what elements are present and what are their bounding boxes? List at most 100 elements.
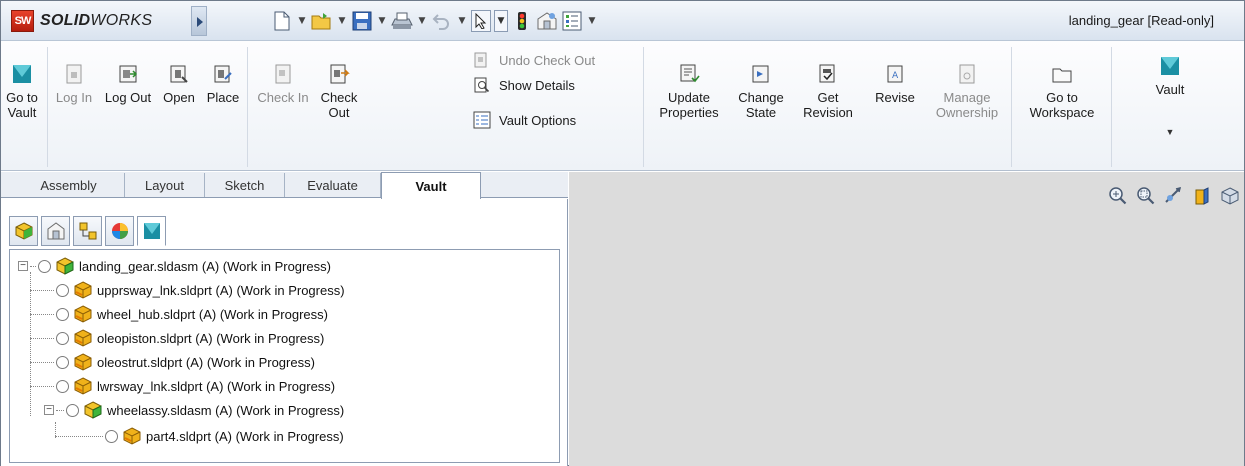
open-folder-icon[interactable] — [311, 10, 333, 32]
status-radio-icon[interactable] — [56, 355, 69, 369]
open-dropdown-icon[interactable]: ▼ — [336, 10, 348, 32]
check-in-icon — [275, 64, 291, 84]
tree-item-oleostrut[interactable]: oleostrut.sldprt (A) (Work in Progress) — [30, 352, 315, 372]
change-state-button[interactable]: Change State — [731, 63, 791, 120]
view-orientation-icon[interactable] — [1220, 186, 1240, 206]
status-radio-icon[interactable] — [56, 307, 69, 321]
vault-menu-button[interactable]: Vault ▼ — [1141, 55, 1199, 140]
tree-connector — [30, 265, 36, 267]
undo-dropdown-icon[interactable]: ▼ — [456, 10, 468, 32]
menu-expand-arrow-icon[interactable] — [191, 6, 207, 36]
ribbon-separator — [643, 47, 644, 167]
collapse-icon[interactable]: − — [18, 261, 28, 271]
status-radio-icon[interactable] — [66, 403, 79, 417]
command-manager-tabs: Assembly Layout Sketch Evaluate Vault — [1, 172, 568, 199]
property-manager-icon[interactable] — [41, 216, 70, 246]
zoom-to-fit-icon[interactable] — [1108, 186, 1128, 206]
ribbon-separator — [47, 47, 48, 167]
vault-dropdown-icon[interactable]: ▼ — [1166, 125, 1175, 140]
undo-check-out-button[interactable]: Undo Check Out — [473, 51, 595, 69]
status-radio-icon[interactable] — [56, 331, 69, 345]
tree-item-label: oleopiston.sldprt (A) (Work in Progress) — [97, 330, 325, 346]
tree-item-wheelassy[interactable]: − wheelassy.sldasm (A) (Work in Progress… — [44, 400, 344, 420]
tree-connector — [30, 361, 54, 363]
graphics-area[interactable] — [569, 172, 1244, 466]
ribbon-separator — [247, 47, 248, 167]
tree-item-label: landing_gear.sldasm (A) (Work in Progres… — [79, 258, 331, 274]
ribbon-separator — [1011, 47, 1012, 167]
tree-item-label: wheelassy.sldasm (A) (Work in Progress) — [107, 402, 345, 418]
section-view-icon[interactable] — [1192, 186, 1212, 206]
traffic-light-icon[interactable] — [511, 10, 533, 32]
get-revision-button[interactable]: Get Revision — [795, 63, 861, 120]
options-icon[interactable] — [536, 10, 558, 32]
print-dropdown-icon[interactable]: ▼ — [416, 10, 428, 32]
print-icon[interactable] — [391, 10, 413, 32]
app-name: SOLIDWORKS — [40, 12, 153, 29]
new-dropdown-icon[interactable]: ▼ — [296, 10, 308, 32]
solidworks-logo[interactable]: SW SOLIDWORKS — [11, 9, 152, 33]
tree-item-lwrsway-lnk[interactable]: lwrsway_lnk.sldprt (A) (Work in Progress… — [30, 376, 335, 396]
heads-up-view-toolbar — [1108, 186, 1240, 206]
tree-item-wheel-hub[interactable]: wheel_hub.sldprt (A) (Work in Progress) — [30, 304, 328, 324]
save-icon[interactable] — [351, 10, 373, 32]
update-properties-button[interactable]: Update Properties — [651, 63, 727, 120]
show-details-button[interactable]: Show Details — [473, 76, 575, 94]
appearance-icon[interactable] — [105, 216, 134, 246]
document-title: landing_gear [Read-only] — [1068, 13, 1214, 28]
configuration-manager-icon[interactable] — [73, 216, 102, 246]
vault-icon[interactable] — [137, 216, 166, 246]
revise-icon: A — [887, 65, 903, 83]
feature-manager-icon[interactable] — [9, 216, 38, 246]
log-in-button[interactable]: Log In — [51, 63, 97, 105]
tree-connector — [56, 409, 64, 411]
select-pointer-icon[interactable] — [471, 10, 491, 32]
tree-item-label: part4.sldprt (A) (Work in Progress) — [146, 428, 344, 444]
solidworks-window: SW SOLIDWORKS ▼ ▼ ▼ ▼ ▼ ▼ ▼ landing_gear… — [0, 0, 1245, 466]
tree-item-label: wheel_hub.sldprt (A) (Work in Progress) — [97, 306, 328, 322]
status-radio-icon[interactable] — [105, 429, 118, 443]
zoom-to-area-icon[interactable] — [1136, 186, 1156, 206]
tab-vault[interactable]: Vault — [381, 172, 481, 199]
previous-view-icon[interactable] — [1164, 186, 1184, 206]
save-dropdown-icon[interactable]: ▼ — [376, 10, 388, 32]
tree-connector — [55, 435, 103, 437]
tree-item-label: oleostrut.sldprt (A) (Work in Progress) — [97, 354, 315, 370]
svg-text:A: A — [892, 71, 899, 81]
status-radio-icon[interactable] — [56, 379, 69, 393]
tree-item-part4[interactable]: part4.sldprt (A) (Work in Progress) — [55, 426, 344, 446]
list-icon[interactable] — [561, 10, 583, 32]
tab-sketch[interactable]: Sketch — [205, 173, 285, 197]
tree-item-oleopiston[interactable]: oleopiston.sldprt (A) (Work in Progress) — [30, 328, 324, 348]
tree-item-landing-gear[interactable]: − landing_gear.sldasm (A) (Work in Progr… — [18, 256, 331, 276]
new-document-icon[interactable] — [271, 10, 293, 32]
status-radio-icon[interactable] — [38, 259, 51, 273]
vault-options-button[interactable]: Vault Options — [473, 111, 576, 129]
part-icon — [74, 353, 92, 371]
update-properties-icon — [680, 64, 700, 83]
feature-manager-panel: − landing_gear.sldasm (A) (Work in Progr… — [1, 199, 568, 466]
go-to-workspace-button[interactable]: Go to Workspace — [1019, 63, 1105, 120]
check-in-button[interactable]: Check In — [252, 63, 314, 105]
tab-assembly[interactable]: Assembly — [13, 173, 125, 197]
vault-ribbon: Go to Vault Log In Log Out Open Place Ch… — [1, 41, 1244, 171]
assembly-icon — [84, 401, 102, 419]
panel-tab-strip — [9, 216, 166, 246]
revise-button[interactable]: A Revise — [867, 63, 923, 105]
open-button[interactable]: Open — [159, 63, 199, 105]
tree-item-label: upprsway_lnk.sldprt (A) (Work in Progres… — [97, 282, 345, 298]
change-state-icon — [752, 65, 769, 83]
log-out-button[interactable]: Log Out — [101, 63, 155, 105]
list-dropdown-icon[interactable]: ▼ — [586, 10, 598, 32]
manage-ownership-button[interactable]: Manage Ownership — [927, 63, 1007, 120]
go-to-vault-button[interactable]: Go to Vault — [1, 63, 43, 120]
tab-evaluate[interactable]: Evaluate — [285, 173, 381, 197]
check-out-button[interactable]: Check Out — [317, 63, 361, 120]
collapse-icon[interactable]: − — [44, 405, 54, 415]
place-button[interactable]: Place — [203, 63, 243, 105]
status-radio-icon[interactable] — [56, 283, 69, 297]
select-dropdown-icon[interactable]: ▼ — [494, 10, 508, 32]
tree-item-upprsway-lnk[interactable]: upprsway_lnk.sldprt (A) (Work in Progres… — [30, 280, 345, 300]
undo-icon[interactable] — [431, 10, 453, 32]
tab-layout[interactable]: Layout — [125, 173, 205, 197]
